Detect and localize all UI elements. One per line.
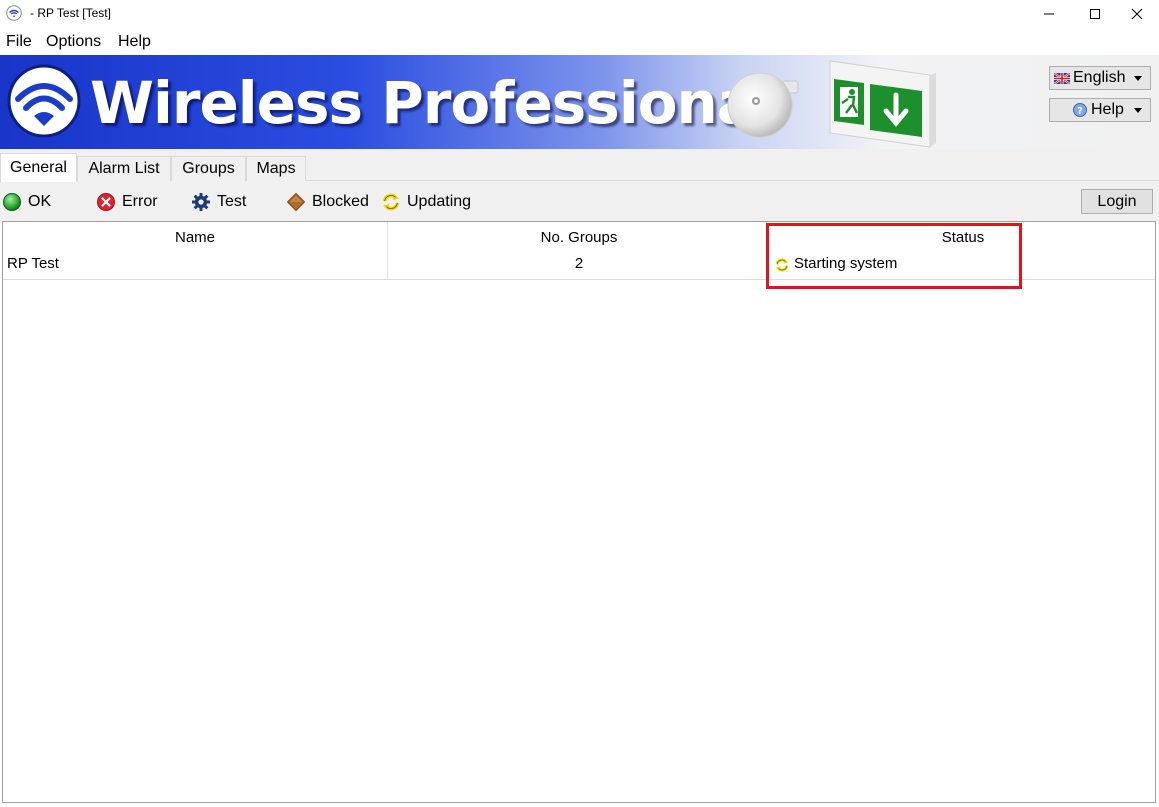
legend-updating-label: Updating (407, 193, 472, 210)
emergency-light-icon (727, 72, 799, 138)
refresh-icon (775, 258, 789, 271)
uk-flag-icon (1054, 72, 1070, 84)
legend-error: Error (96, 192, 158, 212)
legend-blocked: Blocked (286, 192, 369, 212)
tab-bar: General Alarm List Groups Maps (0, 149, 1159, 182)
column-header-status[interactable]: Status (771, 229, 1155, 246)
legend-test-label: Test (217, 193, 247, 210)
tab-maps[interactable]: Maps (246, 156, 306, 181)
help-dropdown[interactable]: ? Help (1049, 98, 1151, 122)
column-header-name[interactable]: Name (3, 229, 387, 246)
cell-status: Starting system (774, 255, 897, 272)
banner: Wireless Professional English ? Help (0, 55, 1159, 149)
language-label: English (1073, 69, 1126, 86)
error-icon (97, 193, 115, 211)
cell-name: RP Test (7, 255, 59, 272)
refresh-icon (382, 193, 400, 211)
menu-file[interactable]: File (6, 33, 32, 51)
legend-ok: OK (2, 192, 51, 212)
menu-help[interactable]: Help (118, 33, 151, 51)
systems-table: Name No. Groups Status RP Test 2 Startin… (2, 221, 1156, 803)
language-dropdown[interactable]: English (1049, 66, 1151, 90)
maximize-icon (1090, 9, 1100, 19)
legend-blocked-label: Blocked (312, 193, 369, 210)
green-status-icon (3, 193, 21, 211)
help-icon: ? (1073, 103, 1087, 117)
login-button[interactable]: Login (1081, 189, 1153, 214)
legend-updating: Updating (381, 192, 471, 212)
help-label: Help (1091, 101, 1124, 118)
legend-ok-label: OK (28, 193, 52, 210)
cell-groups: 2 (574, 255, 584, 272)
tab-alarm-list[interactable]: Alarm List (77, 156, 171, 181)
tab-groups[interactable]: Groups (171, 156, 246, 181)
tab-general[interactable]: General (0, 153, 77, 182)
minimize-button[interactable] (1026, 0, 1072, 28)
svg-text:?: ? (1077, 106, 1083, 117)
minimize-icon (1044, 13, 1054, 15)
banner-title: Wireless Professional (90, 69, 775, 137)
close-button[interactable] (1114, 0, 1159, 28)
status-legend: OK Error Test Blocked Updating (0, 181, 1159, 221)
menu-options[interactable]: Options (46, 33, 101, 51)
window-title: - RP Test [Test] (30, 6, 111, 20)
close-icon (1131, 8, 1143, 20)
column-header-groups[interactable]: No. Groups (387, 229, 771, 246)
app-icon (6, 5, 22, 21)
status-text: Starting system (794, 255, 898, 272)
chevron-down-icon (1134, 76, 1142, 81)
gear-icon (192, 193, 210, 211)
chevron-down-icon (1134, 108, 1142, 113)
legend-test: Test (191, 192, 246, 212)
legend-error-label: Error (122, 193, 158, 210)
exit-sign-icon (829, 60, 936, 148)
maximize-button[interactable] (1072, 0, 1118, 28)
diamond-icon (286, 192, 306, 212)
title-bar: - RP Test [Test] (0, 0, 1159, 28)
menu-bar: File Options Help (0, 30, 1159, 54)
wireless-logo-icon (7, 64, 81, 138)
